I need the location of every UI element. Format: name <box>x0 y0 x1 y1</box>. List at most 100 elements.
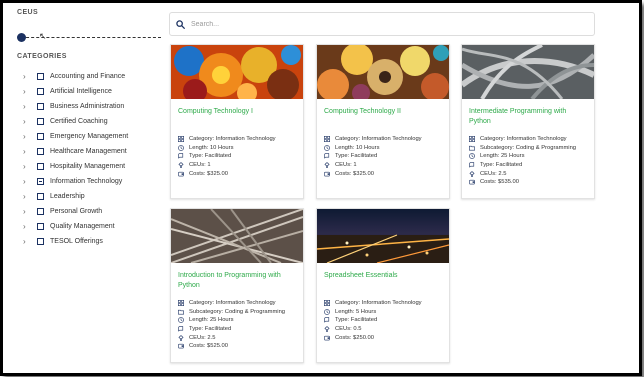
course-meta-row: Costs: $250.00 <box>324 333 442 342</box>
category-checkbox[interactable] <box>37 118 44 125</box>
course-card[interactable]: Spreadsheet Essentials Category: Informat… <box>316 208 450 363</box>
course-meta-row: Type: Facilitated <box>178 152 296 161</box>
course-card[interactable]: Computing Technology II Category: Informa… <box>316 44 450 199</box>
chevron-right-icon[interactable]: › <box>23 147 32 156</box>
chevron-right-icon[interactable]: › <box>23 102 32 111</box>
chevron-right-icon[interactable]: › <box>23 162 32 171</box>
category-icon <box>178 300 189 307</box>
course-meta-row: Length: 25 Hours <box>178 316 296 325</box>
category-checkbox[interactable] <box>37 148 44 155</box>
chevron-right-icon[interactable]: › <box>23 177 32 186</box>
course-meta-row: Subcategory: Coding & Programming <box>178 308 296 317</box>
chevron-right-icon[interactable]: › <box>23 132 32 141</box>
category-checkbox[interactable] <box>37 88 44 95</box>
course-meta: Category: Information Technology Subcateg… <box>469 135 587 187</box>
course-image[interactable] <box>462 45 594 99</box>
category-label[interactable]: Leadership <box>50 193 85 200</box>
category-checkbox[interactable] <box>37 103 44 110</box>
search-bar[interactable] <box>169 12 595 36</box>
course-title-link[interactable]: Intermediate Programming with Python <box>469 107 587 127</box>
chevron-right-icon[interactable]: › <box>23 117 32 126</box>
chevron-right-icon[interactable]: › <box>23 237 32 246</box>
course-meta-row: Category: Information Technology <box>324 299 442 308</box>
course-meta-row: CEUs: 2.5 <box>178 333 296 342</box>
category-icon <box>178 136 189 143</box>
category-item[interactable]: › Accounting and Finance <box>17 69 165 84</box>
course-image[interactable] <box>171 45 303 99</box>
chevron-right-icon[interactable]: › <box>23 222 32 231</box>
category-item[interactable]: › Certified Coaching <box>17 114 165 129</box>
ceu-icon <box>469 170 480 177</box>
filter-sidebar: CEUS CATEGORIES › Accounting and Finance ›… <box>17 9 165 249</box>
course-meta-text: CEUs: 2.5 <box>189 334 216 341</box>
category-checkbox[interactable] <box>37 208 44 215</box>
chevron-right-icon[interactable]: › <box>23 87 32 96</box>
chevron-right-icon[interactable]: › <box>23 72 32 81</box>
ceu-icon <box>178 162 189 168</box>
course-image[interactable] <box>317 209 449 263</box>
course-meta: Category: Information Technology Length: … <box>324 135 442 178</box>
category-checkbox[interactable] <box>37 193 44 200</box>
category-checkbox[interactable] <box>37 178 44 185</box>
category-label[interactable]: Artificial Intelligence <box>50 88 112 95</box>
search-input[interactable] <box>191 20 571 28</box>
course-meta-text: Type: Facilitated <box>189 153 232 160</box>
category-item[interactable]: › TESOL Offerings <box>17 234 165 249</box>
course-meta-text: Length: 10 Hours <box>335 144 380 151</box>
course-meta-text: Costs: $250.00 <box>335 334 374 341</box>
category-item[interactable]: › Business Administration <box>17 99 165 114</box>
clock-icon <box>324 309 335 315</box>
category-label[interactable]: Information Technology <box>50 178 122 185</box>
course-meta-text: CEUs: 1 <box>189 162 211 169</box>
category-checkbox[interactable] <box>37 163 44 170</box>
category-label[interactable]: Hospitality Management <box>50 163 125 170</box>
category-item[interactable]: › Quality Management <box>17 219 165 234</box>
category-label[interactable]: Accounting and Finance <box>50 73 125 80</box>
ceus-slider-handle[interactable] <box>17 33 26 42</box>
category-label[interactable]: Healthcare Management <box>50 148 127 155</box>
category-checkbox[interactable] <box>37 133 44 140</box>
cost-icon <box>324 335 335 341</box>
course-meta-text: Subcategory: Coding & Programming <box>189 308 286 315</box>
category-label[interactable]: Business Administration <box>50 103 124 110</box>
category-label[interactable]: Personal Growth <box>50 208 102 215</box>
category-label[interactable]: TESOL Offerings <box>50 238 103 245</box>
category-item[interactable]: › Healthcare Management <box>17 144 165 159</box>
course-title-link[interactable]: Spreadsheet Essentials <box>324 271 442 291</box>
course-title-link[interactable]: Computing Technology I <box>178 107 296 127</box>
category-item[interactable]: › Emergency Management <box>17 129 165 144</box>
category-item[interactable]: › Hospitality Management <box>17 159 165 174</box>
category-label[interactable]: Certified Coaching <box>50 118 108 125</box>
category-item[interactable]: › Artificial Intelligence <box>17 84 165 99</box>
category-label[interactable]: Quality Management <box>50 223 115 230</box>
course-card[interactable]: Introduction to Programming with Python C… <box>170 208 304 363</box>
course-title-link[interactable]: Computing Technology II <box>324 107 442 127</box>
course-card[interactable]: Intermediate Programming with Python Cate… <box>461 44 595 199</box>
chevron-right-icon[interactable]: › <box>23 207 32 216</box>
type-icon <box>324 153 335 159</box>
category-checkbox[interactable] <box>37 223 44 230</box>
course-meta-row: Costs: $325.00 <box>324 169 442 178</box>
course-meta-row: Category: Information Technology <box>178 135 296 144</box>
category-checkbox[interactable] <box>37 238 44 245</box>
category-item[interactable]: › Leadership <box>17 189 165 204</box>
course-meta-row: CEUs: 2.5 <box>469 169 587 178</box>
course-meta-row: Category: Information Technology <box>324 135 442 144</box>
course-card[interactable]: Computing Technology I Category: Informat… <box>170 44 304 199</box>
ceu-icon <box>178 334 189 341</box>
category-item[interactable]: › Personal Growth <box>17 204 165 219</box>
ceus-heading: CEUS <box>17 9 39 16</box>
clock-icon <box>178 145 189 151</box>
category-item[interactable]: › Information Technology <box>17 174 165 189</box>
type-icon <box>178 326 189 332</box>
course-meta-text: Length: 25 Hours <box>480 153 525 160</box>
cost-icon <box>178 171 189 177</box>
folder-icon <box>178 309 189 315</box>
chevron-right-icon[interactable]: › <box>23 192 32 201</box>
course-image[interactable] <box>317 45 449 99</box>
course-title-link[interactable]: Introduction to Programming with Python <box>178 271 296 291</box>
category-label[interactable]: Emergency Management <box>50 133 128 140</box>
category-checkbox[interactable] <box>37 73 44 80</box>
course-image[interactable] <box>171 209 303 263</box>
search-icon <box>176 19 185 29</box>
